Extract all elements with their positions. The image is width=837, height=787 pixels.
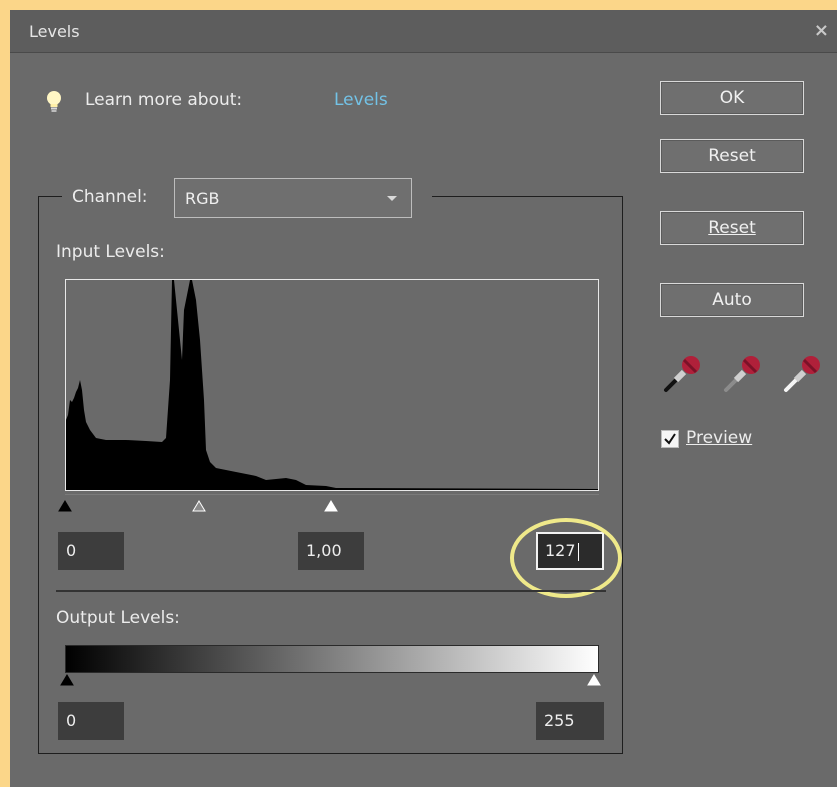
reset-button[interactable]: Reset (660, 211, 804, 245)
input-black-slider-handle[interactable] (58, 500, 72, 512)
window-title: Levels (29, 22, 80, 41)
input-black-value: 0 (66, 541, 77, 560)
gray-point-eyedropper-icon[interactable] (722, 350, 766, 394)
divider (56, 590, 606, 592)
output-white-slider-handle[interactable] (587, 674, 601, 686)
input-gamma-field[interactable]: 1,00 (298, 532, 364, 570)
input-black-field[interactable]: 0 (58, 532, 124, 570)
ok-button[interactable]: OK (660, 81, 804, 115)
input-levels-label: Input Levels: (56, 242, 165, 262)
lightbulb-icon (47, 91, 61, 112)
highlight-ring (510, 518, 622, 598)
output-gradient-bar (65, 645, 599, 673)
help-link-levels[interactable]: Levels (334, 90, 388, 110)
reset-button-top[interactable]: Reset (660, 139, 804, 173)
input-gamma-slider-handle[interactable] (192, 500, 206, 512)
chevron-down-icon (387, 196, 397, 201)
output-white-field[interactable]: 255 (536, 702, 604, 740)
title-bar[interactable]: Levels × (10, 10, 837, 53)
output-black-field[interactable]: 0 (58, 702, 124, 740)
auto-button[interactable]: Auto (660, 283, 804, 317)
white-point-eyedropper-icon[interactable] (782, 350, 826, 394)
channel-dropdown[interactable]: RGB (174, 178, 412, 218)
output-levels-label: Output Levels: (56, 608, 180, 628)
channel-label: Channel: (72, 187, 148, 207)
input-white-slider-handle[interactable] (324, 500, 338, 512)
checkmark-icon (664, 433, 676, 445)
input-gamma-value: 1,00 (306, 541, 342, 560)
preview-label[interactable]: Preview (686, 428, 752, 448)
channel-value: RGB (185, 189, 220, 208)
output-white-value: 255 (544, 711, 575, 730)
close-icon[interactable]: × (814, 20, 829, 41)
levels-dialog: Levels × Learn more about: Levels OK Res… (10, 10, 837, 787)
preview-checkbox[interactable] (661, 430, 679, 448)
output-black-value: 0 (66, 711, 77, 730)
help-text: Learn more about: (85, 90, 243, 110)
output-black-slider-handle[interactable] (60, 674, 74, 686)
histogram (65, 279, 599, 491)
histogram-graph (66, 280, 598, 490)
black-point-eyedropper-icon[interactable] (662, 350, 706, 394)
